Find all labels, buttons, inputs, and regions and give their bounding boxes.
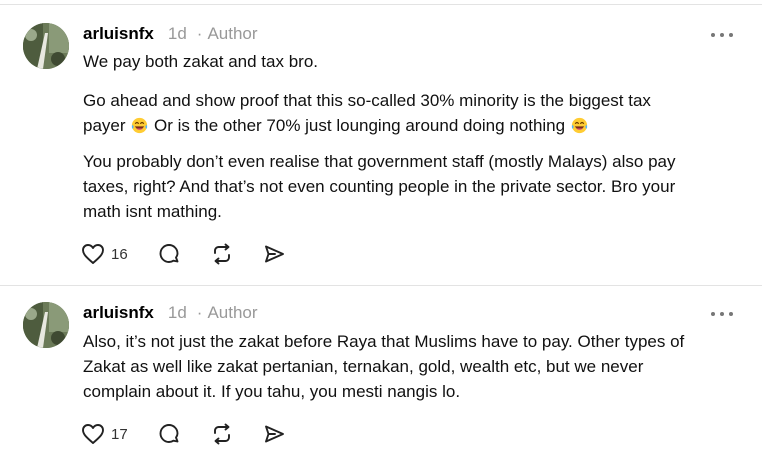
reply-button[interactable] [157, 241, 181, 267]
heart-icon [82, 244, 104, 264]
laughing-crying-emoji-icon [571, 117, 587, 134]
action-bar: 17 [81, 421, 341, 447]
separator-dot: · [196, 303, 203, 322]
text-line: math isnt mathing. [83, 202, 222, 221]
timestamp[interactable]: 1d [168, 303, 187, 323]
comment-paragraph: You probably don’t even realise that gov… [83, 149, 748, 224]
author-tag: Author [207, 24, 258, 43]
repost-button[interactable] [210, 241, 234, 267]
comment-paragraph: Go ahead and show proof that this so-cal… [83, 88, 748, 138]
text-line: We pay both zakat and tax bro. [83, 52, 318, 71]
like-count: 16 [111, 245, 128, 263]
timestamp[interactable]: 1d [168, 24, 187, 44]
heart-icon [82, 424, 104, 444]
like-count: 17 [111, 425, 128, 443]
text-line: taxes, right? And that’s not even counti… [83, 177, 676, 196]
text-line: Or is the other 70% just lounging around… [149, 116, 570, 135]
repost-icon [214, 243, 230, 265]
speech-bubble-icon [159, 244, 179, 263]
comment-divider [0, 285, 762, 286]
share-button[interactable] [262, 421, 286, 447]
text-line: You probably don’t even realise that gov… [83, 152, 676, 171]
comment-header: arluisnfx 1d · Author [83, 301, 258, 325]
comment-paragraph: Also, it’s not just the zakat before Ray… [83, 329, 748, 404]
send-icon [265, 245, 284, 263]
avatar[interactable] [23, 302, 69, 348]
repost-icon [214, 423, 230, 445]
text-line: Also, it’s not just the zakat before Ray… [83, 332, 685, 351]
repost-button[interactable] [210, 421, 234, 447]
speech-bubble-icon [159, 424, 179, 443]
avatar[interactable] [23, 23, 69, 69]
username-link[interactable]: arluisnfx [83, 303, 154, 323]
reply-button[interactable] [157, 421, 181, 447]
more-dots-icon [711, 312, 733, 316]
like-button[interactable]: 16 [81, 241, 128, 267]
laughing-crying-emoji-icon [132, 117, 148, 134]
comment-paragraph: We pay both zakat and tax bro. [83, 49, 748, 74]
more-options-button[interactable] [710, 28, 734, 40]
text-line: Go ahead and show proof that this so-cal… [83, 91, 651, 110]
username-link[interactable]: arluisnfx [83, 24, 154, 44]
separator-dot: · [196, 24, 203, 43]
like-button[interactable]: 17 [81, 421, 128, 447]
send-icon [265, 425, 284, 443]
more-dots-icon [711, 33, 733, 37]
text-line: complain about it. If you tahu, you mest… [83, 382, 461, 401]
text-line: Zakat as well like zakat pertanian, tern… [83, 357, 644, 376]
author-tag: Author [207, 303, 258, 322]
top-divider [0, 4, 762, 5]
comment-header: arluisnfx 1d · Author [83, 22, 258, 46]
share-button[interactable] [262, 241, 286, 267]
text-line: payer [83, 116, 131, 135]
more-options-button[interactable] [710, 307, 734, 319]
action-bar: 16 [81, 241, 341, 267]
